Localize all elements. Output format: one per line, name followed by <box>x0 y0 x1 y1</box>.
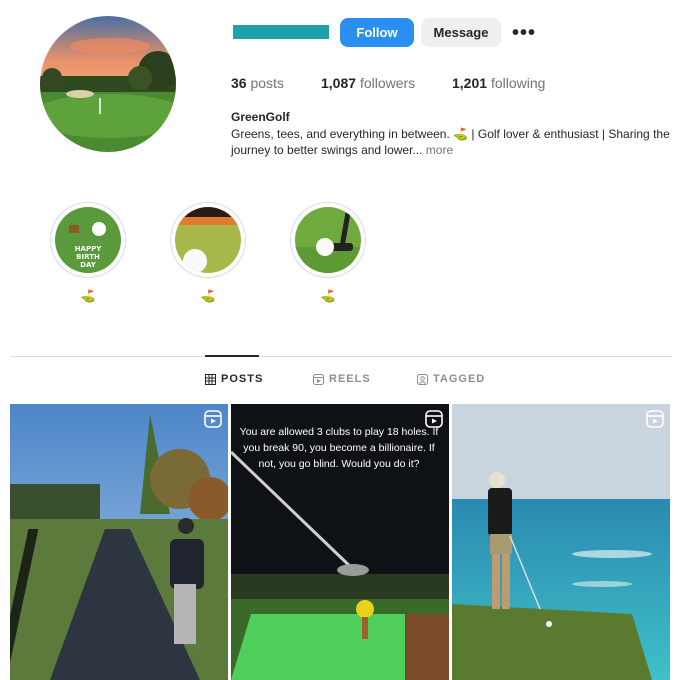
tab-tagged[interactable]: TAGGED <box>417 373 485 385</box>
grid-icon <box>205 373 216 385</box>
followers-label: followers <box>359 75 416 91</box>
svg-text:DAY: DAY <box>80 261 97 269</box>
reel-badge-icon <box>646 410 664 428</box>
bio-more-link[interactable]: more <box>426 143 453 157</box>
story-highlight-1[interactable]: HAPPY BIRTH DAY <box>50 202 126 278</box>
following-count: 1,201 <box>452 75 488 91</box>
message-button[interactable]: Message <box>421 18 501 47</box>
story-highlight-2[interactable] <box>170 202 246 278</box>
more-options-icon[interactable]: ••• <box>512 22 536 45</box>
followers-count: 1,087 <box>321 75 357 91</box>
following-stat[interactable]: 1,201 following <box>452 75 545 91</box>
post-tile-3[interactable] <box>452 404 670 680</box>
tab-tagged-label: TAGGED <box>433 373 486 385</box>
reel-badge-icon <box>204 410 222 428</box>
profile-bio: Greens, tees, and everything in between.… <box>231 126 676 158</box>
profile-avatar[interactable] <box>40 16 176 152</box>
highlight-3-label: ⛳ <box>320 289 336 303</box>
username-redacted-bar <box>233 25 329 39</box>
tab-reels[interactable]: REELS <box>313 373 371 385</box>
reel-badge-icon <box>425 410 443 428</box>
posts-stat: 36 posts <box>231 75 284 91</box>
post-tile-2[interactable]: You are allowed 3 clubs to play 18 holes… <box>231 404 449 680</box>
avatar-image <box>40 16 176 152</box>
tab-reels-label: REELS <box>329 373 371 385</box>
tab-posts[interactable]: POSTS <box>205 373 263 385</box>
posts-count: 36 <box>231 75 247 91</box>
highlight-2-label: ⛳ <box>200 289 216 303</box>
post-2-caption: You are allowed 3 clubs to play 18 holes… <box>239 426 439 470</box>
reels-icon <box>313 373 324 385</box>
highlight-3-image <box>295 207 361 273</box>
post-tile-1[interactable] <box>10 404 228 680</box>
tabs-divider <box>10 356 672 357</box>
followers-stat[interactable]: 1,087 followers <box>321 75 415 91</box>
svg-text:HAPPY: HAPPY <box>75 245 103 253</box>
following-label: following <box>490 75 546 91</box>
svg-text:BIRTH: BIRTH <box>76 253 100 261</box>
posts-label: posts <box>250 75 284 91</box>
profile-name: GreenGolf <box>231 110 290 124</box>
highlight-1-image: HAPPY BIRTH DAY <box>55 207 121 273</box>
tagged-icon <box>417 373 428 385</box>
follow-button[interactable]: Follow <box>340 18 414 47</box>
highlight-1-label: ⛳ <box>80 289 96 303</box>
post-3-image <box>452 404 670 680</box>
tab-posts-label: POSTS <box>221 373 264 385</box>
post-1-image <box>10 404 228 680</box>
highlight-2-image <box>175 207 241 273</box>
active-tab-indicator <box>205 355 259 357</box>
story-highlight-3[interactable] <box>290 202 366 278</box>
